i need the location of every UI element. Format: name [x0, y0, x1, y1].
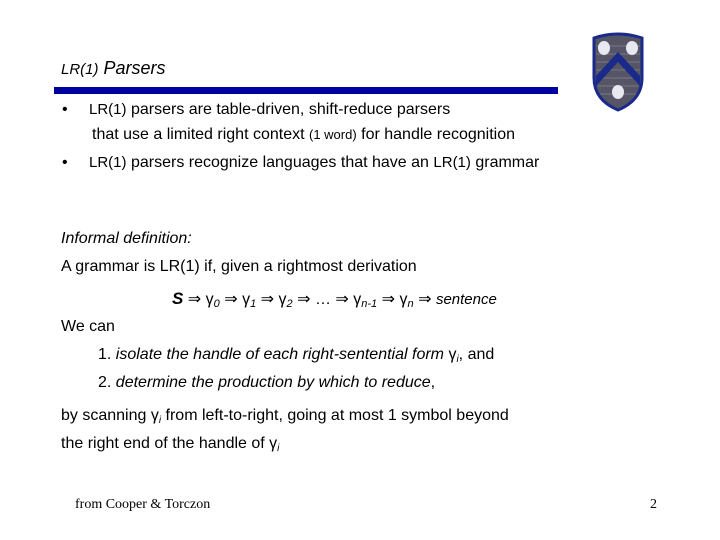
step-text: isolate the handle of each right-sentent… [115, 346, 449, 363]
informal-definition-label: Informal definition: [61, 230, 192, 247]
lr1-term: LR(1) [433, 154, 471, 171]
step-1: 1. isolate the handle of each right-sent… [98, 346, 494, 365]
scan-text-b: from left-to-right, going at most 1 symb… [161, 407, 509, 424]
step-2: 2. determine the production by which to … [98, 374, 435, 392]
lr1-term: LR(1) [89, 101, 127, 118]
bullet-1-continuation: that use a limited right context (1 word… [92, 126, 515, 144]
step-number: 2. [98, 374, 116, 391]
step-tail: , and [458, 346, 495, 363]
gamma: γ [399, 291, 408, 308]
bullet-1-line2-small: (1 word) [309, 127, 357, 142]
lr1-term: LR(1) [89, 154, 127, 171]
subscript: 0 [213, 298, 220, 310]
title-prefix: LR(1) [61, 61, 99, 78]
step-text: determine the production by which to red… [115, 374, 431, 391]
bullet-1-line2-b: for handle recognition [356, 126, 516, 143]
bullet-1-text: parsers are table-driven, shift-reduce p… [126, 101, 451, 118]
bullet-2-suffix: grammar [470, 154, 540, 171]
bullet-dot: • [62, 154, 68, 171]
start-symbol: S [172, 289, 184, 308]
arrow: ⇒ [335, 291, 349, 308]
page-number: 2 [650, 497, 657, 512]
arrow: ⇒ [418, 291, 432, 308]
subscript: 2 [286, 298, 293, 310]
sentence-term: sentence [435, 291, 497, 308]
subscript: 1 [250, 298, 257, 310]
gamma: γ [242, 291, 251, 308]
scan-text-c: the right end of the handle of [61, 435, 270, 452]
bullet-1: • LR(1) parsers are table-driven, shift-r… [62, 101, 450, 119]
title-underline-rule [54, 87, 558, 94]
bullet-dot: • [62, 101, 68, 118]
derivation-formula: S ⇒ γ0 ⇒ γ1 ⇒ γ2 ⇒ … ⇒ γn-1 ⇒ γn ⇒ sente… [172, 289, 497, 310]
arrow: ⇒ [260, 291, 275, 308]
step-tail: , [430, 374, 436, 391]
arrow: ⇒ [381, 291, 396, 308]
scan-line-1: by scanning γi from left-to-right, going… [61, 407, 509, 426]
title-rest: Parsers [103, 58, 166, 78]
scan-line-2: the right end of the handle of γi [61, 435, 279, 454]
subscript: n-1 [361, 298, 378, 310]
bullet-2: • LR(1) parsers recognize languages that … [62, 154, 539, 172]
step-number: 1. [98, 346, 116, 363]
subscript: n [407, 298, 414, 310]
arrow: ⇒ [224, 291, 238, 308]
arrow: ⇒ [297, 291, 311, 308]
footer-credit: from Cooper & Torczon [75, 497, 211, 512]
gamma: γ [269, 435, 278, 452]
gamma: γ [150, 407, 159, 424]
definition-text: A grammar is LR(1) if, given a rightmost… [61, 258, 417, 275]
subscript: i [277, 443, 280, 454]
gamma: γ [278, 291, 287, 308]
bullet-2-middle: parsers recognize languages that have an [126, 154, 434, 171]
gamma: γ [205, 291, 214, 308]
we-can-text: We can [61, 318, 115, 335]
slide-title: LR(1) Parsers [61, 58, 166, 79]
bullet-1-line2-a: that use a limited right context [92, 126, 309, 143]
scan-text-a: by scanning [61, 407, 151, 424]
arrow: ⇒ [187, 291, 202, 308]
rice-university-crest-icon [592, 32, 644, 112]
ellipsis: … [314, 291, 331, 308]
